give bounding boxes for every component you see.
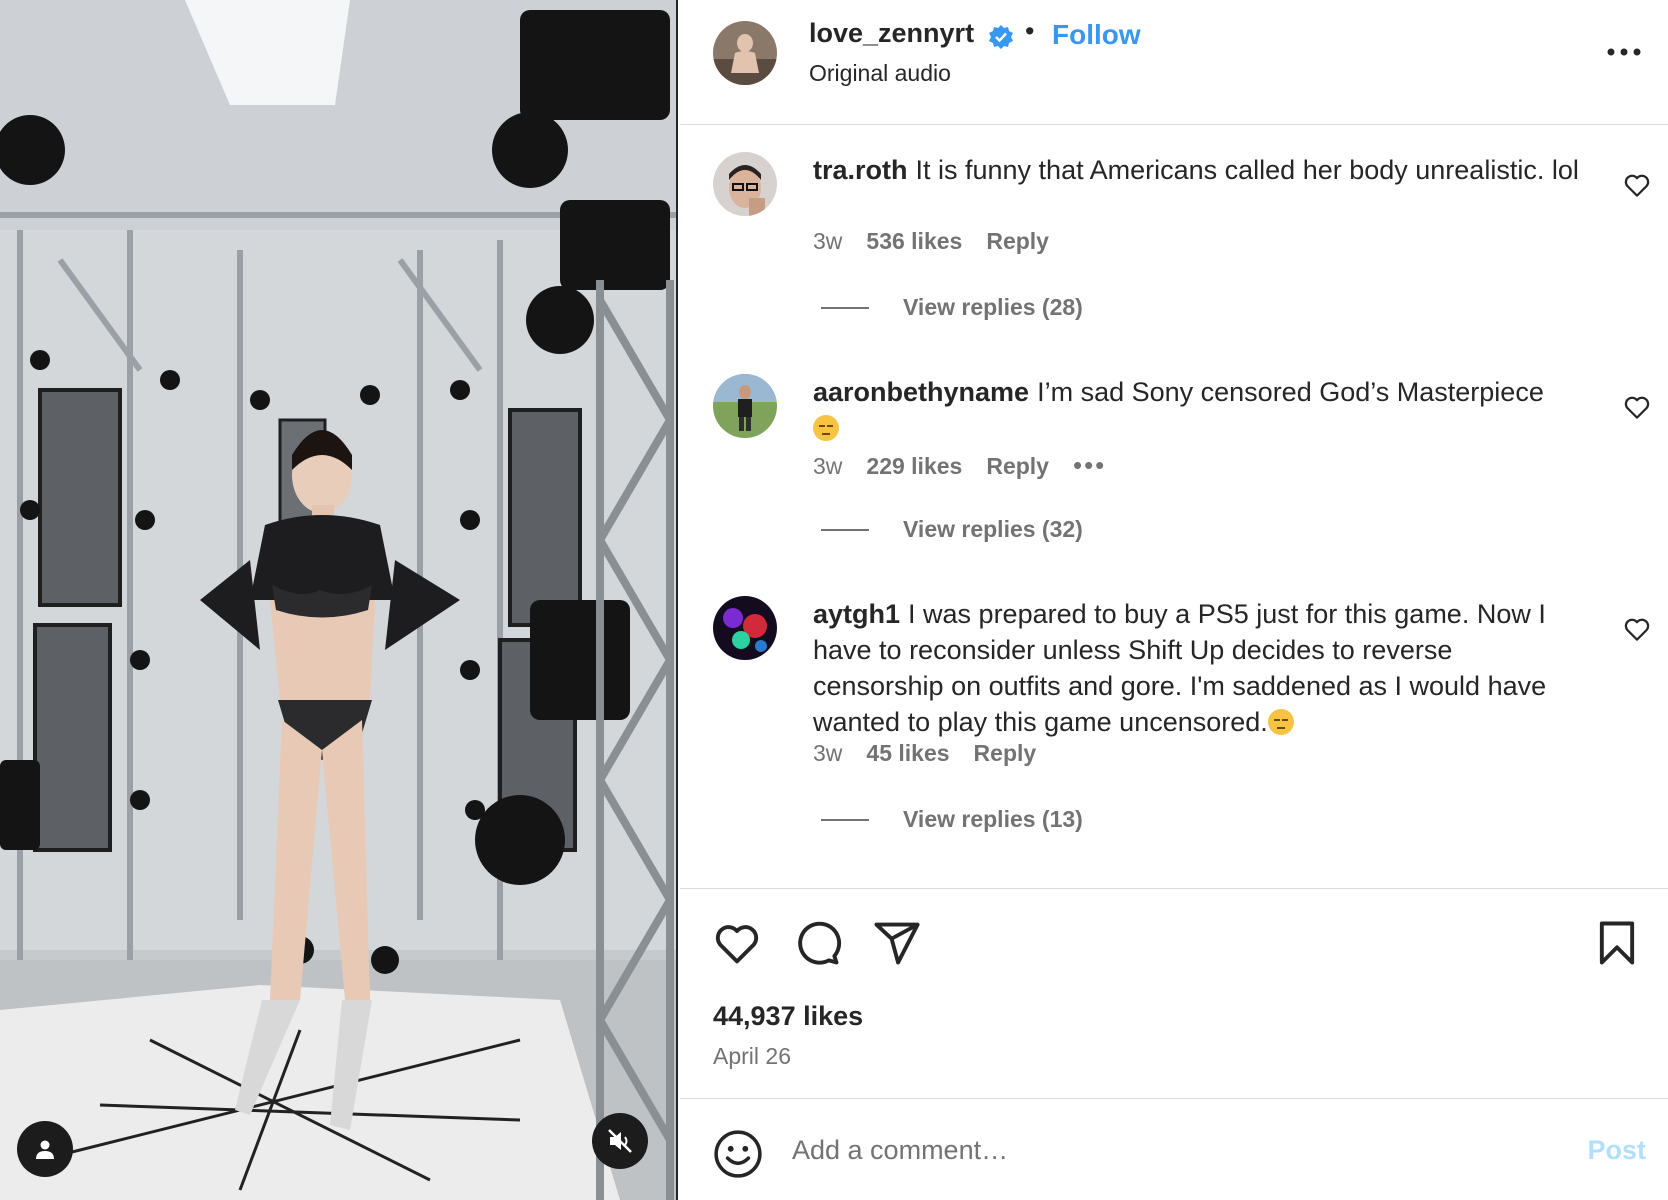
more-options-button[interactable]: [1604, 32, 1644, 72]
replies-line: [821, 528, 869, 531]
comment-body: I’m sad Sony censored God’s Masterpiece: [1037, 377, 1544, 407]
heart-icon[interactable]: [711, 917, 763, 969]
view-replies-label: View replies (32): [903, 516, 1083, 542]
add-comment-bar: Post: [680, 1098, 1668, 1200]
view-replies-label: View replies (28): [903, 294, 1083, 320]
post-actions: 44,937 likes April 26: [680, 888, 1668, 1098]
view-replies-label: View replies (13): [903, 806, 1083, 832]
comment-text-block: aaronbethyname I’m sad Sony censored God’…: [813, 374, 1583, 446]
comment-text-block: aytgh1 I was prepared to buy a PS5 just f…: [813, 596, 1583, 740]
view-replies-button[interactable]: View replies (28): [821, 294, 1083, 321]
comment-body: It is funny that Americans called her bo…: [915, 155, 1579, 185]
audio-label[interactable]: Original audio: [809, 60, 951, 87]
video-frame: [0, 0, 678, 1200]
user-tag-button[interactable]: [17, 1121, 73, 1177]
comment-bubble-icon[interactable]: [791, 917, 843, 969]
comment-username[interactable]: aaronbethyname: [813, 377, 1029, 407]
replies-line: [821, 818, 869, 821]
media-divider: [676, 0, 678, 1200]
reply-button[interactable]: Reply: [986, 228, 1049, 254]
post-details-panel: love_zennyrt • Follow Original audio tra…: [680, 0, 1668, 1200]
more-horizontal-icon: [1607, 48, 1641, 56]
view-replies-button[interactable]: View replies (13): [821, 806, 1083, 833]
comment-like-icon[interactable]: [1622, 614, 1652, 644]
comment-likes[interactable]: 229 likes: [866, 453, 962, 479]
comment-username[interactable]: tra.roth: [813, 155, 908, 185]
bookmark-icon[interactable]: [1591, 917, 1643, 969]
post-date[interactable]: April 26: [713, 1043, 791, 1070]
reply-button[interactable]: Reply: [986, 453, 1049, 479]
likes-count[interactable]: 44,937 likes: [713, 1001, 863, 1032]
comment-text-block: tra.roth It is funny that Americans calle…: [813, 152, 1583, 188]
post-header: love_zennyrt • Follow Original audio: [680, 0, 1668, 125]
comment-input[interactable]: [792, 1125, 1512, 1175]
comment-age[interactable]: 3w: [813, 740, 842, 766]
comments-list[interactable]: tra.roth It is funny that Americans calle…: [680, 126, 1668, 888]
user-tag-icon: [36, 1140, 54, 1159]
emoji-smiley-icon[interactable]: [713, 1129, 763, 1179]
comment-likes[interactable]: 45 likes: [866, 740, 949, 766]
comment-more-options[interactable]: •••: [1073, 450, 1106, 480]
commenter-avatar[interactable]: [713, 374, 777, 438]
paper-plane-icon[interactable]: [871, 917, 923, 969]
commenter-avatar[interactable]: [713, 596, 777, 660]
muted-speaker-icon: [608, 1129, 632, 1153]
mute-button[interactable]: [592, 1113, 648, 1169]
post-comment-button[interactable]: Post: [1587, 1135, 1646, 1166]
pensive-face-emoji: [1267, 709, 1294, 735]
follow-button[interactable]: Follow: [1052, 19, 1141, 51]
view-replies-button[interactable]: View replies (32): [821, 516, 1083, 543]
comment-age[interactable]: 3w: [813, 228, 842, 254]
reply-button[interactable]: Reply: [974, 740, 1037, 766]
comment-age[interactable]: 3w: [813, 453, 842, 479]
pensive-face-emoji: [813, 415, 839, 441]
comment-meta: 3w 45 likes Reply: [813, 740, 1060, 767]
separator-dot: •: [1025, 16, 1035, 46]
comment-meta: 3w 536 likes Reply: [813, 228, 1073, 255]
comment-like-icon[interactable]: [1622, 170, 1652, 200]
comment-like-icon[interactable]: [1622, 392, 1652, 422]
comment-likes[interactable]: 536 likes: [866, 228, 962, 254]
commenter-avatar[interactable]: [713, 152, 777, 216]
author-avatar[interactable]: [713, 21, 777, 85]
post-media[interactable]: [0, 0, 678, 1200]
comment-username[interactable]: aytgh1: [813, 599, 900, 629]
comment-meta: 3w 229 likes Reply •••: [813, 450, 1130, 481]
verified-badge-icon: [989, 25, 1013, 49]
comment-body: I was prepared to buy a PS5 just for thi…: [813, 599, 1547, 737]
author-username[interactable]: love_zennyrt: [809, 18, 974, 49]
replies-line: [821, 306, 869, 309]
